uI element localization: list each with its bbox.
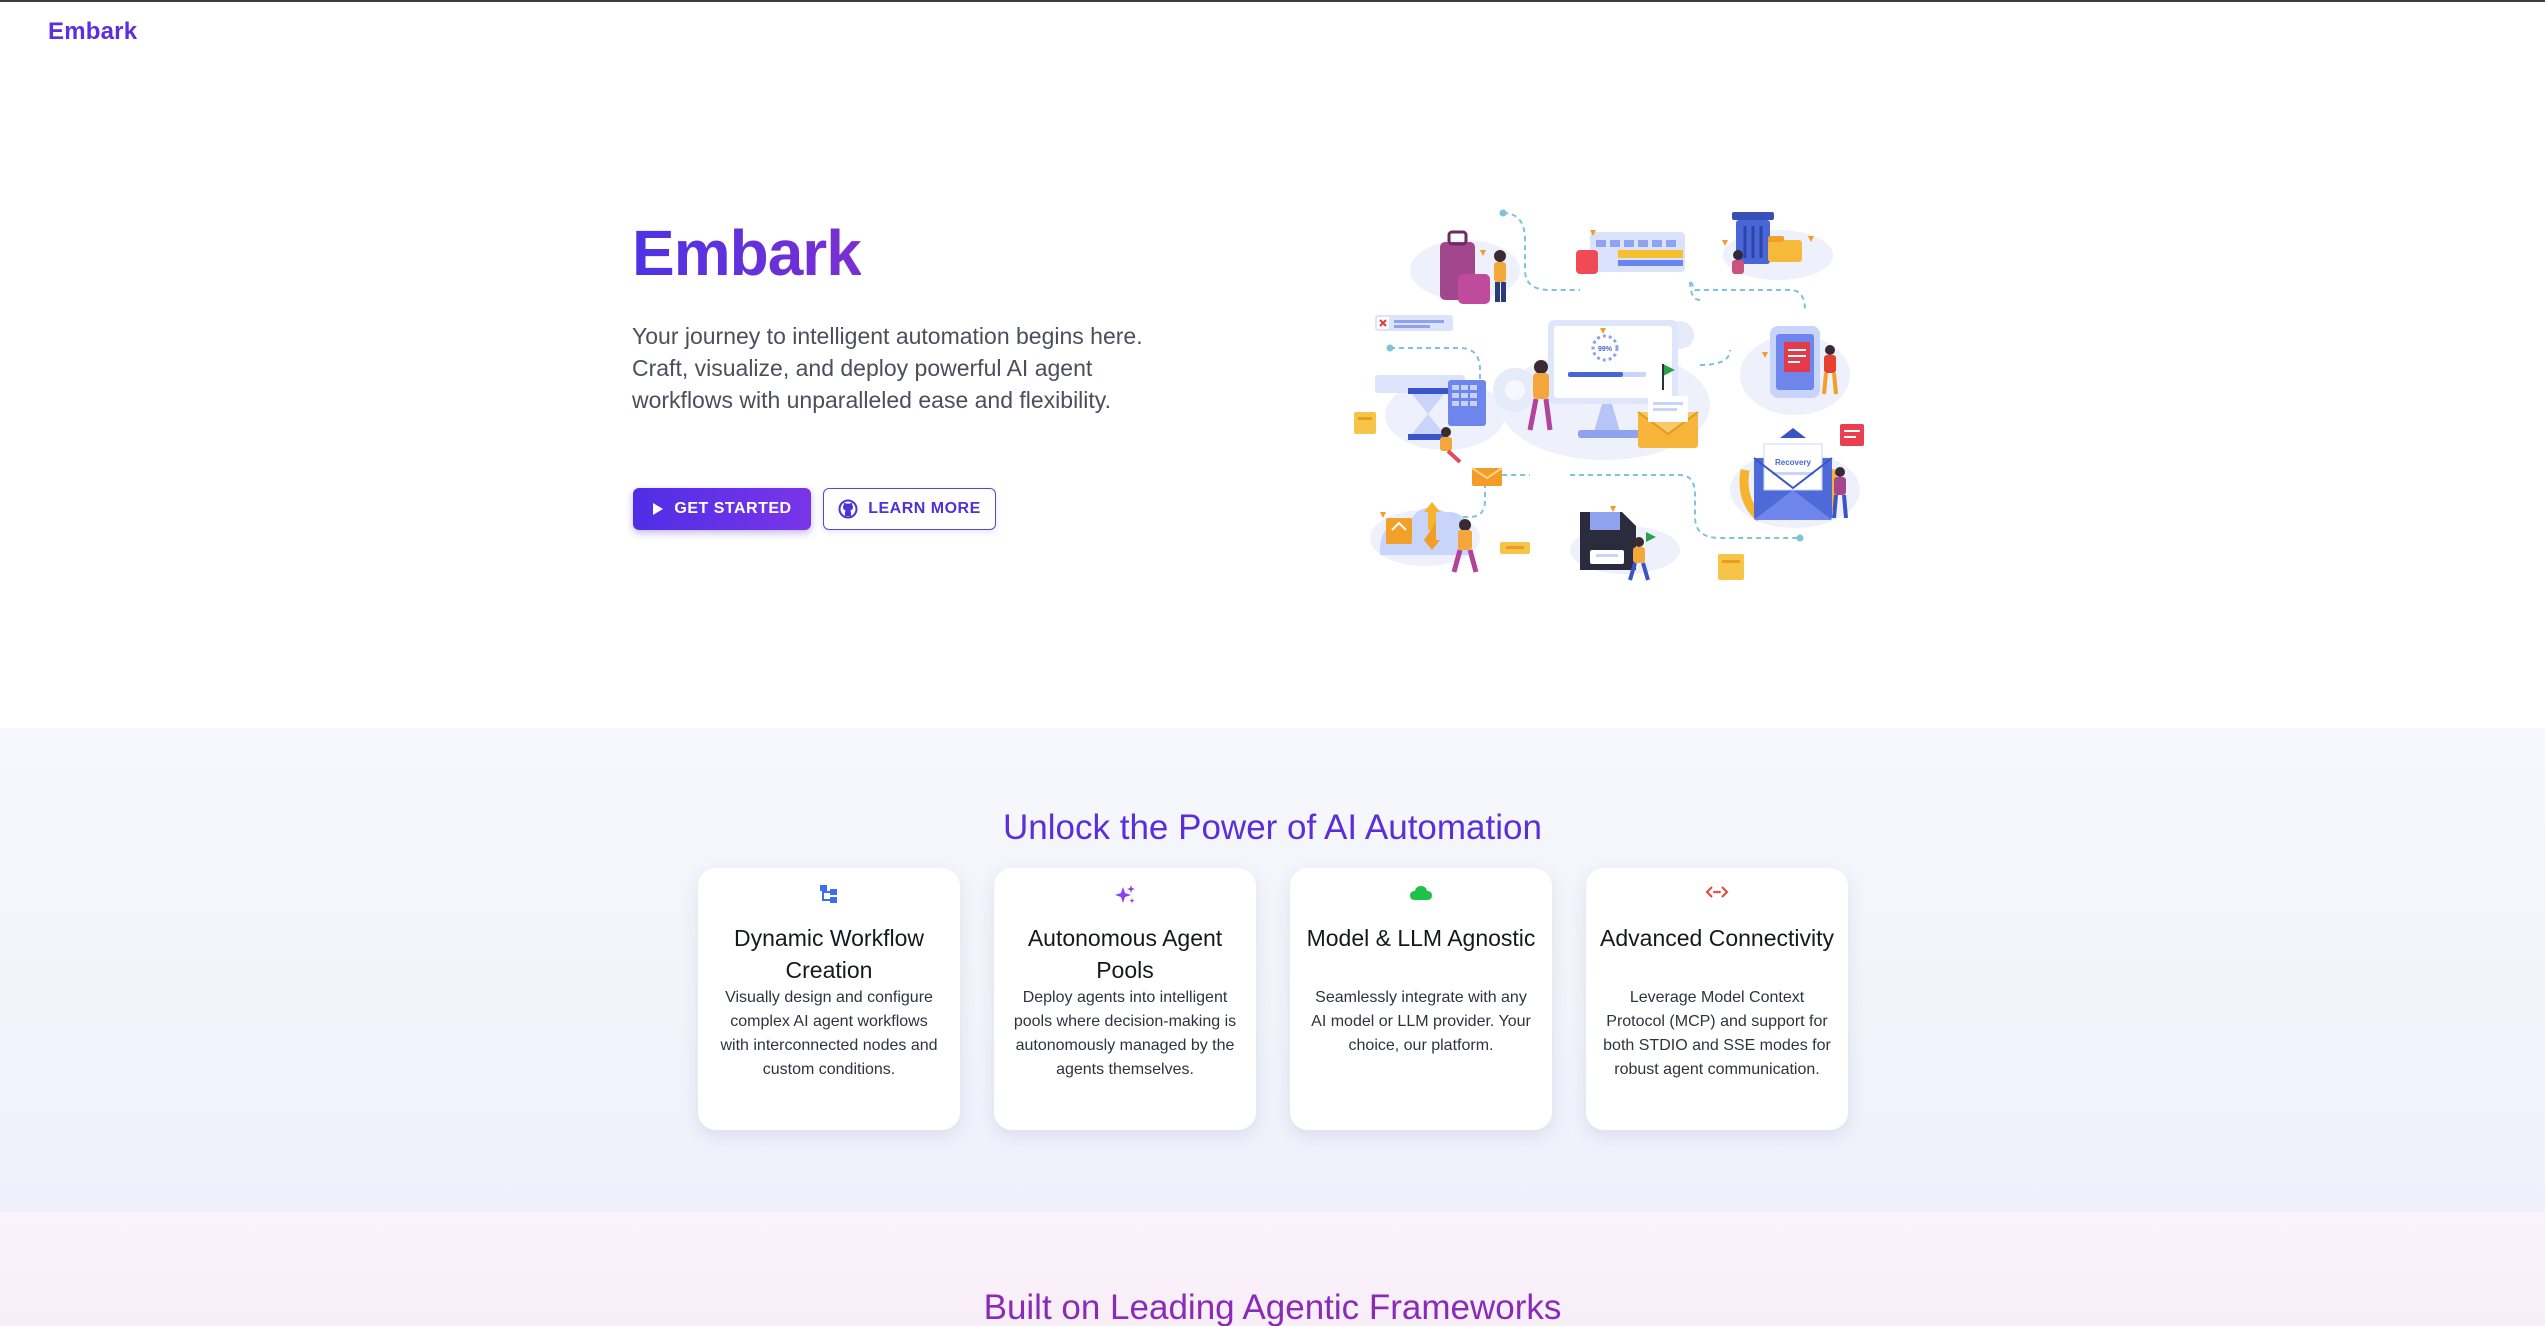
learn-more-label: LEARN MORE bbox=[868, 500, 981, 517]
get-started-label: GET STARTED bbox=[674, 500, 792, 517]
features-section bbox=[0, 728, 2545, 1212]
hero-title: Embark bbox=[632, 217, 862, 289]
feature-card-text: Deploy agents into intelligent pools whe… bbox=[1013, 989, 1237, 1078]
feature-card-title: Autonomous Agent Pools bbox=[1027, 925, 1223, 983]
recovery-label: Recovery bbox=[1775, 458, 1812, 467]
feature-card-title: Dynamic Workflow Creation bbox=[734, 925, 924, 983]
feature-card-title: Model & LLM Agnostic bbox=[1306, 925, 1536, 951]
feature-card-text: Visually design and configure complex AI… bbox=[720, 989, 938, 1078]
code-connection-icon bbox=[1705, 886, 1729, 898]
features-title: Unlock the Power of AI Automation bbox=[1003, 808, 1542, 847]
feature-card-dynamic-workflow: Dynamic Workflow Creation Visually desig… bbox=[698, 868, 960, 1130]
automation-illustration: 99% Recovery bbox=[1354, 209, 1864, 581]
progress-label: 99% bbox=[1598, 346, 1613, 353]
feature-card-connectivity: Advanced Connectivity Leverage Model Con… bbox=[1586, 868, 1848, 1130]
github-icon bbox=[838, 499, 858, 519]
feature-card-agent-pools: Autonomous Agent Pools Deploy agents int… bbox=[994, 868, 1256, 1130]
nav-brand-logo[interactable]: Embark bbox=[48, 18, 137, 46]
feature-card-text: Seamlessly integrate with any AI model o… bbox=[1311, 989, 1531, 1054]
frameworks-title: Built on Leading Agentic Frameworks bbox=[983, 1288, 1562, 1326]
feature-card-llm-agnostic: Model & LLM Agnostic Seamlessly integrat… bbox=[1290, 868, 1552, 1130]
get-started-button[interactable]: GET STARTED bbox=[633, 488, 811, 530]
learn-more-button[interactable]: LEARN MORE bbox=[823, 488, 996, 530]
feature-card-title: Advanced Connectivity bbox=[1600, 925, 1834, 951]
cloud-icon bbox=[1410, 886, 1432, 900]
window-top-border bbox=[0, 0, 2545, 2]
workflow-icon bbox=[820, 885, 837, 903]
hero-description: Your journey to intelligent automation b… bbox=[632, 323, 1143, 413]
play-icon bbox=[653, 503, 664, 515]
feature-card-text: Leverage Model Context Protocol (MCP) an… bbox=[1603, 989, 1831, 1078]
sparkles-icon bbox=[1115, 885, 1135, 904]
